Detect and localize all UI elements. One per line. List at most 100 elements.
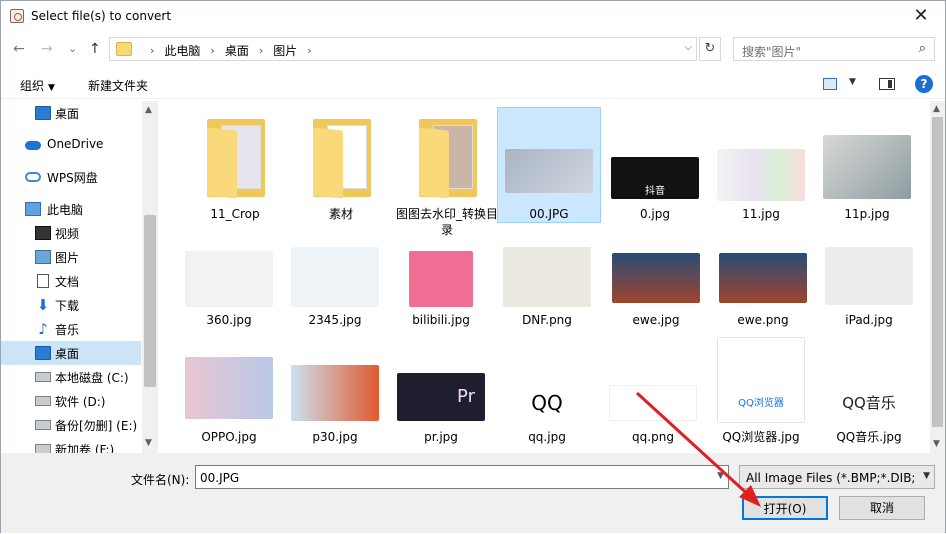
sidebar-item-music[interactable]: ♪ 音乐 xyxy=(1,317,141,341)
file-item[interactable]: 图图去水印_转换目录 xyxy=(395,101,499,237)
file-item[interactable]: 2345.jpg xyxy=(283,237,387,333)
filename-input[interactable]: 00.JPG ▼ xyxy=(195,465,729,489)
file-name: OPPO.jpg xyxy=(201,430,257,444)
file-name: qq.png xyxy=(632,430,674,444)
view-options-caret-icon[interactable]: ▼ xyxy=(849,77,856,87)
up-button[interactable]: ↑ xyxy=(89,41,101,57)
file-item[interactable]: QQ qq.jpg xyxy=(495,351,599,451)
filename-value[interactable]: 00.JPG xyxy=(200,471,239,485)
file-list-scroll-thumb[interactable] xyxy=(932,117,943,427)
file-type-select[interactable]: All Image Files (*.BMP;*.DIB; ▼ xyxy=(739,465,935,489)
breadcrumb-desktop[interactable]: 桌面 xyxy=(225,42,249,59)
search-placeholder[interactable]: 搜索"图片" xyxy=(742,43,801,60)
file-name: 0.jpg xyxy=(639,207,671,221)
file-item[interactable]: p30.jpg xyxy=(283,351,387,451)
file-item[interactable]: 抖音 0.jpg xyxy=(603,101,707,225)
file-item[interactable]: 11_Crop xyxy=(183,101,287,225)
new-folder-button[interactable]: 新建文件夹 xyxy=(88,77,148,94)
scroll-up-icon[interactable]: ▲ xyxy=(145,105,152,115)
chevron-down-icon[interactable]: ▼ xyxy=(717,471,724,481)
sidebar-item-onedrive[interactable]: OneDrive xyxy=(1,133,141,157)
sidebar-item-label: 新加卷 (F:) xyxy=(55,443,115,453)
file-name: QQ浏览器.jpg xyxy=(722,430,800,444)
file-item[interactable]: 00.JPG xyxy=(497,101,601,225)
recent-locations-button[interactable]: ⌄ xyxy=(68,41,77,57)
sidebar-item-label: 桌面 xyxy=(55,347,80,361)
sidebar-item-downloads[interactable]: ⬇ 下载 xyxy=(1,293,141,317)
chevron-right-icon: › xyxy=(210,44,215,57)
sidebar-item-pictures[interactable]: 图片 xyxy=(1,245,141,269)
sidebar-item-desktop[interactable]: 桌面 xyxy=(1,341,141,365)
scroll-down-icon[interactable]: ▼ xyxy=(145,438,152,448)
sidebar-item-drive-f[interactable]: 新加卷 (F:) xyxy=(1,437,141,453)
search-box[interactable]: 搜索"图片" ⌕ xyxy=(733,37,935,61)
sidebar-item-label: 本地磁盘 (C:) xyxy=(55,371,129,385)
file-item[interactable]: QQ音乐 QQ音乐.jpg xyxy=(817,351,921,451)
refresh-button[interactable]: ↻ xyxy=(699,37,721,61)
sidebar-item-desktop-top[interactable]: 桌面 xyxy=(1,101,141,125)
search-icon[interactable]: ⌕ xyxy=(919,41,926,56)
cloud-icon xyxy=(25,141,41,150)
back-button[interactable]: ← xyxy=(13,41,25,57)
file-item[interactable]: DNF.png xyxy=(495,237,599,333)
chevron-down-icon[interactable]: ▼ xyxy=(923,471,930,481)
scroll-down-icon[interactable]: ▼ xyxy=(933,439,940,449)
sidebar-item-videos[interactable]: 视频 xyxy=(1,221,141,245)
breadcrumb: › 此电脑 › 桌面 › 图片 › xyxy=(140,42,322,59)
chevron-down-icon[interactable]: ⌵ xyxy=(684,42,692,53)
file-item[interactable]: 11.jpg xyxy=(709,101,813,225)
sidebar-item-wps-cloud[interactable]: WPS网盘 xyxy=(1,165,141,189)
file-name: QQ音乐.jpg xyxy=(836,430,902,444)
file-item[interactable]: QQ浏览器 QQ浏览器.jpg xyxy=(709,337,813,451)
sidebar-item-drive-c[interactable]: 本地磁盘 (C:) xyxy=(1,365,141,389)
file-name: pr.jpg xyxy=(424,430,458,444)
breadcrumb-pictures[interactable]: 图片 xyxy=(273,42,297,59)
sidebar-scrollbar[interactable]: ▲ ▼ xyxy=(142,101,158,453)
app-icon xyxy=(10,9,24,23)
command-bar: 组织 ▼ 新建文件夹 ▼ ? xyxy=(1,69,945,99)
close-button[interactable]: ✕ xyxy=(903,3,939,29)
view-icon[interactable] xyxy=(823,78,837,90)
breadcrumb-this-pc[interactable]: 此电脑 xyxy=(164,42,200,59)
file-item[interactable]: OPPO.jpg xyxy=(177,351,281,451)
scroll-up-icon[interactable]: ▲ xyxy=(933,104,940,114)
file-type-value[interactable]: All Image Files (*.BMP;*.DIB; xyxy=(746,471,914,485)
file-item[interactable]: bilibili.jpg xyxy=(389,237,493,333)
file-list-scrollbar[interactable]: ▲ ▼ xyxy=(930,101,945,453)
forward-button[interactable]: → xyxy=(41,41,53,57)
window-title: Select file(s) to convert xyxy=(31,9,172,23)
organize-label: 组织 xyxy=(20,79,45,93)
image-thumbnail xyxy=(503,247,591,307)
preview-pane-icon[interactable] xyxy=(879,78,895,90)
sidebar-item-label: 下载 xyxy=(55,299,80,313)
file-item[interactable]: ewe.png xyxy=(711,237,815,333)
image-thumbnail: Pr xyxy=(397,373,485,421)
file-item[interactable]: iPad.jpg xyxy=(817,237,921,333)
caret-down-icon: ▼ xyxy=(48,83,55,93)
sidebar-item-drive-d[interactable]: 软件 (D:) xyxy=(1,389,141,413)
chevron-right-icon: › xyxy=(150,44,155,57)
file-item[interactable]: 360.jpg xyxy=(177,237,281,333)
file-name: 图图去水印_转换目录 xyxy=(395,207,498,237)
file-item[interactable]: qq.png xyxy=(601,351,705,451)
help-button[interactable]: ? xyxy=(915,75,933,93)
image-thumbnail: QQ xyxy=(503,385,591,421)
sidebar-scroll-thumb[interactable] xyxy=(144,215,156,387)
file-item[interactable]: 素材 xyxy=(289,101,393,225)
image-thumbnail xyxy=(505,149,593,193)
file-item[interactable]: 11p.jpg xyxy=(815,101,919,225)
sidebar-item-documents[interactable]: 文档 xyxy=(1,269,141,293)
organize-menu[interactable]: 组织 ▼ xyxy=(20,77,55,94)
sidebar-item-label: 桌面 xyxy=(55,107,80,121)
file-item[interactable]: Pr pr.jpg xyxy=(389,351,493,451)
image-thumbnail xyxy=(612,253,700,303)
sidebar-item-drive-e[interactable]: 备份[勿删] (E:) xyxy=(1,413,141,437)
address-bar[interactable]: › 此电脑 › 桌面 › 图片 › ⌵ xyxy=(109,37,697,61)
open-button[interactable]: 打开(O) xyxy=(742,496,828,520)
sidebar-item-this-pc[interactable]: 此电脑 xyxy=(1,197,141,221)
sidebar-item-label: 此电脑 xyxy=(47,203,84,217)
download-icon: ⬇ xyxy=(36,296,50,314)
cancel-button[interactable]: 取消 xyxy=(839,496,925,520)
file-dialog: Select file(s) to convert ✕ ← → ⌄ ↑ › 此电… xyxy=(0,0,946,533)
file-item[interactable]: ewe.jpg xyxy=(604,237,708,333)
